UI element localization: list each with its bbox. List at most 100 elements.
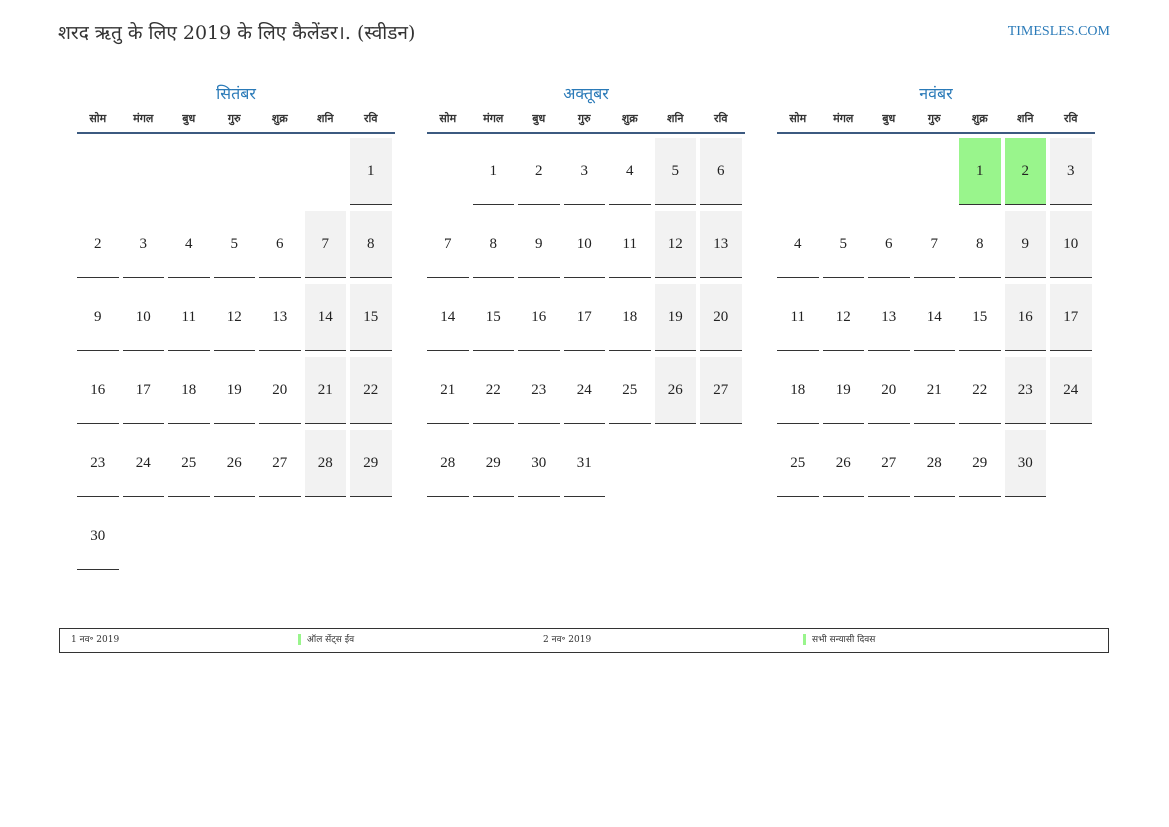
day-cell: 6: [259, 211, 301, 278]
day-cell: 12: [213, 284, 255, 351]
holiday-swatch: [298, 634, 301, 645]
day-cell: 2: [77, 211, 119, 278]
day-cell: 16: [77, 357, 119, 424]
day-cell: 27: [868, 430, 910, 497]
day-cell: 24: [1050, 357, 1092, 424]
day-cell: 22: [350, 357, 392, 424]
legend-entry: ऑल सेंट्स ईव: [298, 629, 354, 652]
day-cell: 26: [213, 430, 255, 497]
legend-holiday-name: ऑल सेंट्स ईव: [307, 635, 355, 645]
day-cell: 19: [822, 357, 864, 424]
day-cell: 25: [168, 430, 210, 497]
day-cell: 26: [822, 430, 864, 497]
day-cell: 23: [518, 357, 560, 424]
day-cell: 1: [350, 138, 392, 205]
weekday-label: मंगल: [833, 112, 854, 125]
day-cell: 21: [304, 357, 346, 424]
day-cell: 2: [1004, 138, 1046, 205]
day-cell: 23: [1004, 357, 1046, 424]
day-cell: 30: [1004, 430, 1046, 497]
day-cell: 17: [563, 284, 605, 351]
day-cell: 20: [700, 284, 742, 351]
day-cell: 20: [868, 357, 910, 424]
day-cell: 28: [427, 430, 469, 497]
weekday-label: सोम: [439, 112, 457, 125]
day-cell: 8: [350, 211, 392, 278]
weekday-label: बुध: [532, 112, 546, 125]
day-cell: 12: [654, 211, 696, 278]
weekday-label: गुरु: [927, 112, 941, 125]
weekday-label: शनि: [1017, 112, 1034, 125]
day-cell: 9: [1004, 211, 1046, 278]
day-cell: 1: [472, 138, 514, 205]
day-cell: 25: [609, 357, 651, 424]
weekday-header: सोम मंगल बुध गुरु शुक्र शनि रवि: [427, 108, 745, 134]
day-cell: 12: [822, 284, 864, 351]
month-name: नवंबर: [919, 84, 953, 103]
day-cell: 4: [777, 211, 819, 278]
empty-day-cell: [259, 138, 301, 205]
weekday-header: सोम मंगल बुध गुरु शुक्र शनि रवि: [77, 108, 395, 134]
legend-entry: सभी सन्यासी दिवस: [803, 629, 875, 652]
day-cell: 10: [122, 284, 164, 351]
day-cell: 10: [563, 211, 605, 278]
day-cell: 3: [563, 138, 605, 205]
day-cell: 7: [427, 211, 469, 278]
empty-day-cell: [214, 138, 256, 205]
weekday-label: सोम: [789, 112, 807, 125]
day-cell: 16: [1004, 284, 1046, 351]
site-link[interactable]: TIMESLES.COM: [1008, 24, 1110, 40]
weekday-label: शनि: [317, 112, 334, 125]
day-cell: 24: [122, 430, 164, 497]
day-cell: 4: [168, 211, 210, 278]
day-cell: 2: [518, 138, 560, 205]
day-cell: 19: [213, 357, 255, 424]
weekday-header: सोम मंगल बुध गुरु शुक्र शनि रवि: [777, 108, 1095, 134]
month-november: नवंबर सोम मंगल बुध गुरु शुक्र शनि रवि 12345678…: [777, 82, 1095, 503]
day-grid: 1 2 3 4 5 6 7 8 9 10 11 12 13 14 15 16 17 18 19 20 21 22 23 24 2…: [427, 138, 745, 503]
day-cell: 18: [609, 284, 651, 351]
day-cell: 11: [777, 284, 819, 351]
weekday-label: शुक्र: [621, 112, 638, 125]
day-cell: 20: [259, 357, 301, 424]
day-cell: 6: [868, 211, 910, 278]
month-name: अक्तूबर: [563, 84, 609, 103]
day-cell: 23: [77, 430, 119, 497]
day-cell: 18: [777, 357, 819, 424]
day-cell: 5: [822, 211, 864, 278]
legend-holiday-name: सभी सन्यासी दिवस: [812, 635, 876, 645]
day-cell: 4: [609, 138, 651, 205]
day-cell: 22: [959, 357, 1001, 424]
day-cell: 13: [700, 211, 742, 278]
day-cell: 27: [259, 430, 301, 497]
day-cell: 28: [304, 430, 346, 497]
page-title: शरद ऋतु के लिए 2019 के लिए कैलेंडर।. (स्…: [58, 22, 416, 44]
empty-day-cell: [168, 138, 210, 205]
weekday-label: सोम: [89, 112, 107, 125]
weekday-label: रवि: [1064, 112, 1078, 125]
day-cell: 13: [259, 284, 301, 351]
day-grid: 1 2 3 4 5 6 7 8 9 10 11 12 13 14 15 16 17 18 19 20 21 22 23 24 2…: [77, 138, 395, 576]
legend-date: 2 नव॰ 2019: [543, 635, 592, 645]
empty-day-cell: [914, 138, 956, 205]
day-cell: 11: [168, 284, 210, 351]
empty-day-cell: [868, 138, 910, 205]
day-cell: 27: [700, 357, 742, 424]
weekday-label: शुक्र: [971, 112, 988, 125]
day-cell: 25: [777, 430, 819, 497]
day-cell: 18: [168, 357, 210, 424]
day-cell: 6: [700, 138, 742, 205]
day-cell: 30: [518, 430, 560, 497]
day-cell: 24: [563, 357, 605, 424]
day-cell: 1: [959, 138, 1001, 205]
day-cell: 21: [427, 357, 469, 424]
weekday-label: मंगल: [483, 112, 504, 125]
day-cell: 31: [563, 430, 605, 497]
day-cell: 19: [654, 284, 696, 351]
day-cell: 14: [427, 284, 469, 351]
day-cell: 7: [913, 211, 955, 278]
day-cell: 9: [77, 284, 119, 351]
day-grid: 1 2 3 4 5 6 7 8 9 10 11 12 13 14 15 16 17 18 19 20 21 22 23 24 2…: [777, 138, 1095, 503]
weekday-label: रवि: [364, 112, 378, 125]
empty-day-cell: [123, 138, 165, 205]
